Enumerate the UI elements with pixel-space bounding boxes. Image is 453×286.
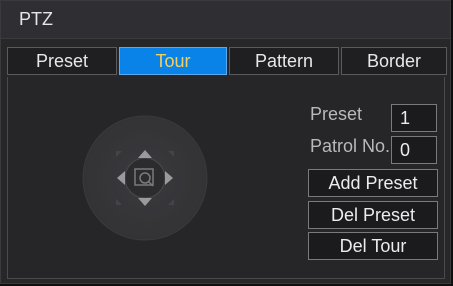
tab-tour[interactable]: Tour [119, 47, 227, 75]
tab-preset[interactable]: Preset [7, 47, 117, 75]
title-bar: PTZ [1, 1, 450, 39]
ptz-dialog: PTZ Preset Tour Pattern Border Preset 1 … [0, 0, 451, 284]
add-preset-button[interactable]: Add Preset [308, 169, 438, 197]
tab-content: Preset 1 Patrol No. 0 Add Preset Del Pre… [7, 77, 445, 279]
direction-pad [80, 113, 210, 243]
patrol-no-label: Patrol No. [310, 136, 391, 156]
preset-input[interactable]: 1 [391, 104, 437, 132]
dialog-title: PTZ [19, 9, 53, 29]
del-preset-button[interactable]: Del Preset [308, 201, 438, 229]
dpad-center [124, 157, 166, 199]
tab-border[interactable]: Border [341, 47, 447, 75]
tab-bar: Preset Tour Pattern Border [7, 47, 447, 75]
patrol-no-input[interactable]: 0 [391, 136, 437, 164]
tab-pattern[interactable]: Pattern [229, 47, 339, 75]
preset-label: Preset [310, 104, 363, 124]
del-tour-button[interactable]: Del Tour [308, 232, 438, 260]
